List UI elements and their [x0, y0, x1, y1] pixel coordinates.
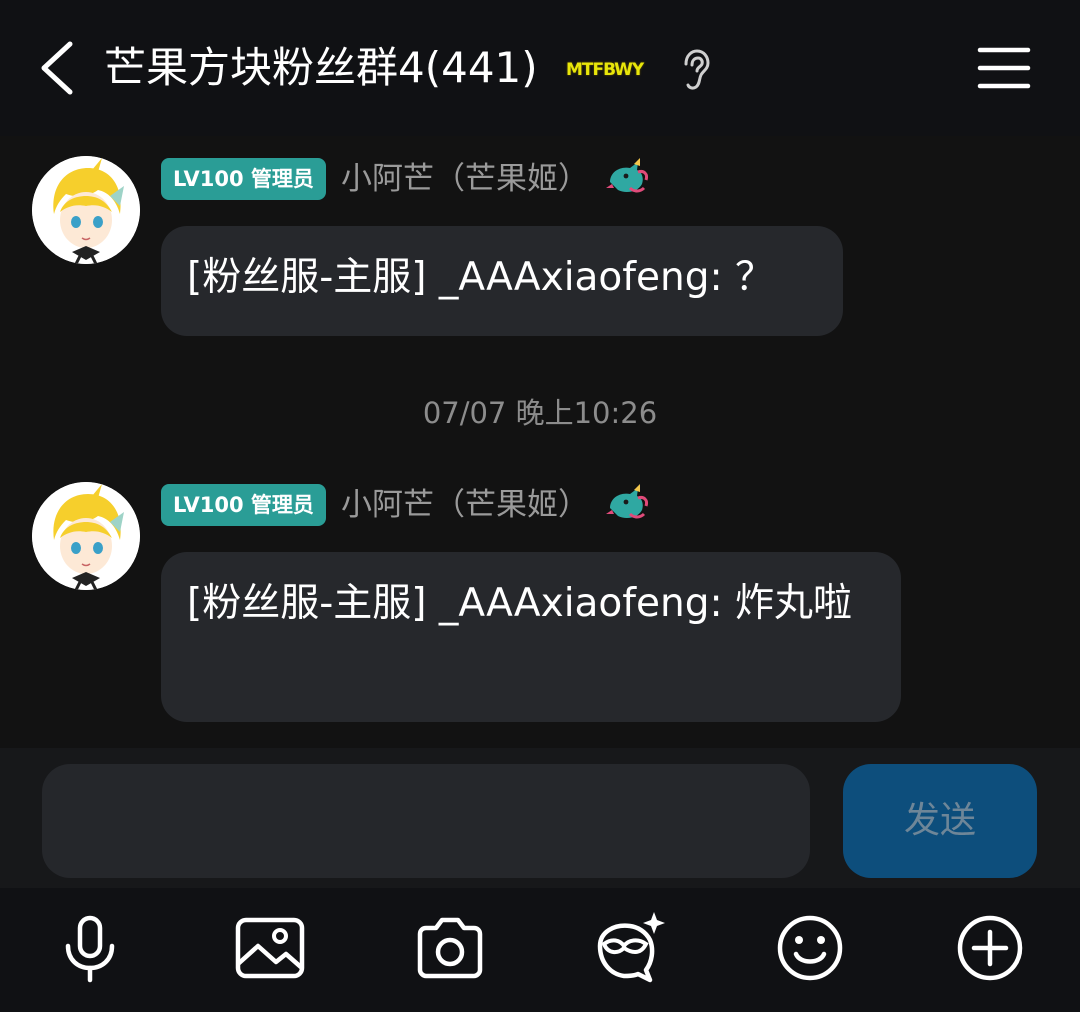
sender-name[interactable]: 小阿芒（芒果姬） [341, 158, 589, 200]
emoji-icon[interactable] [772, 910, 848, 986]
sticker-icon[interactable] [592, 910, 668, 986]
menu-icon[interactable] [970, 40, 1040, 96]
ear-icon[interactable] [676, 48, 716, 92]
avatar[interactable] [32, 156, 140, 264]
input-toolbar [0, 888, 1080, 1012]
microphone-icon[interactable] [52, 910, 128, 986]
sender-name[interactable]: 小阿芒（芒果姬） [341, 484, 589, 526]
level-badge: LV100 管理员 [161, 484, 326, 526]
message-input[interactable] [42, 764, 810, 878]
send-button[interactable]: 发送 [843, 764, 1037, 878]
back-arrow-icon[interactable] [30, 36, 90, 100]
composer-bar: 发送 [0, 748, 1080, 888]
image-icon[interactable] [232, 910, 308, 986]
avatar[interactable] [32, 482, 140, 590]
level-badge: LV100 管理员 [161, 158, 326, 200]
plus-icon[interactable] [952, 910, 1028, 986]
message-bubble[interactable]: [粉丝服-主服] _AAAxiaofeng: ？ [161, 226, 843, 336]
dragon-icon [606, 484, 648, 519]
dragon-icon [606, 158, 648, 193]
chat-header: 芒果方块粉丝群4(441) MTFBWY [0, 0, 1080, 136]
message-list[interactable]: LV100 管理员 小阿芒（芒果姬） [粉丝服-主服] _AAAxiaofeng… [0, 136, 1080, 748]
message-bubble[interactable]: [粉丝服-主服] _AAAxiaofeng: 炸丸啦 [161, 552, 901, 722]
camera-icon[interactable] [412, 910, 488, 986]
timestamp: 07/07 晚上10:26 [422, 396, 658, 430]
brand-badge: MTFBWY [566, 60, 644, 80]
group-title[interactable]: 芒果方块粉丝群4(441) [104, 40, 538, 96]
